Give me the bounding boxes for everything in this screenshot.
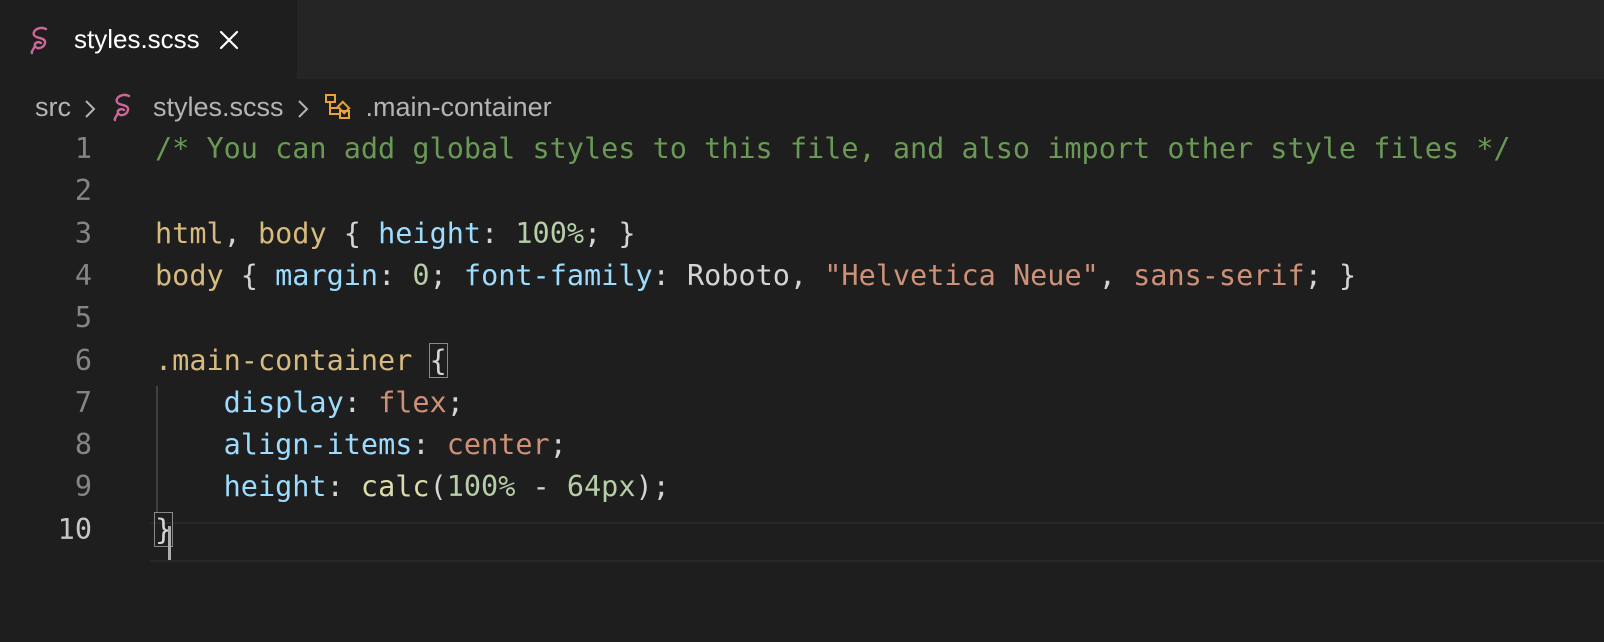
code-line[interactable]: 1 /* You can add global styles to this fi… bbox=[0, 128, 1604, 170]
code-editor[interactable]: 1 /* You can add global styles to this fi… bbox=[0, 130, 1604, 642]
code-text: body { margin: 0; font-family: Roboto, "… bbox=[155, 255, 1356, 297]
code-token: body bbox=[155, 258, 224, 292]
breadcrumb: src styles.scss .main-container bbox=[35, 84, 552, 130]
line-number: 2 bbox=[74, 174, 92, 208]
code-token: 0 bbox=[412, 258, 430, 292]
code-token: /* You can add global styles to this fil… bbox=[155, 132, 1511, 165]
code-token: center bbox=[446, 428, 550, 462]
tab-label: styles.scss bbox=[74, 24, 200, 54]
code-token: ; } bbox=[1304, 258, 1357, 292]
code-line[interactable]: 2 bbox=[0, 170, 1604, 212]
code-token: calc bbox=[360, 470, 430, 504]
code-line[interactable]: 7 display: flex; bbox=[0, 382, 1604, 424]
chevron-right-icon bbox=[296, 96, 310, 118]
code-token: height bbox=[223, 470, 327, 504]
code-text: align-items: center; bbox=[155, 424, 567, 466]
code-token: , bbox=[1098, 258, 1134, 292]
line-number: 3 bbox=[74, 216, 92, 250]
line-number: 10 bbox=[57, 512, 92, 546]
code-line[interactable]: 10} bbox=[0, 509, 1604, 551]
code-token: body bbox=[257, 216, 327, 250]
code-line[interactable]: 8 align-items: center; bbox=[0, 424, 1604, 466]
code-token: ( bbox=[429, 470, 447, 504]
code-line[interactable]: 4 body { margin: 0; font-family: Roboto, … bbox=[0, 255, 1604, 297]
code-token: "Helvetica Neue" bbox=[824, 258, 1099, 292]
code-text: html, body { height: 100%; } bbox=[155, 213, 636, 255]
line-number: 1 bbox=[74, 132, 92, 165]
code-token: : bbox=[412, 428, 447, 462]
matching-brace: { bbox=[428, 342, 448, 378]
breadcrumb-label: src bbox=[35, 91, 71, 122]
line-number: 6 bbox=[74, 343, 92, 377]
sass-icon bbox=[111, 92, 139, 122]
code-token: { bbox=[223, 258, 276, 292]
code-token: .main-container bbox=[155, 343, 413, 377]
line-number: 7 bbox=[74, 385, 92, 419]
code-text: display: flex; bbox=[155, 382, 464, 424]
code-token: : bbox=[481, 216, 516, 250]
code-line[interactable]: 3 html, body { height: 100%; } bbox=[0, 213, 1604, 255]
line-number: 9 bbox=[74, 470, 92, 504]
code-line[interactable]: 9 height: calc(100% - 64px); bbox=[0, 466, 1604, 508]
code-token: 100% bbox=[515, 216, 585, 250]
code-token: : bbox=[343, 385, 379, 419]
code-token: ); bbox=[635, 470, 670, 504]
code-token: , bbox=[223, 216, 258, 250]
code-line[interactable]: 5 bbox=[0, 297, 1604, 339]
code-token: { bbox=[326, 216, 379, 250]
editor-tab-bar: styles.scss bbox=[0, 0, 1604, 79]
line-number: 4 bbox=[74, 258, 92, 292]
chevron-right-icon bbox=[83, 96, 97, 118]
code-token: margin bbox=[275, 258, 379, 292]
breadcrumb-item-file[interactable]: styles.scss bbox=[111, 92, 284, 123]
code-token: display bbox=[223, 385, 344, 419]
line-number: 8 bbox=[74, 428, 92, 462]
breadcrumb-label: .main-container bbox=[365, 91, 552, 122]
code-token: - bbox=[515, 470, 567, 504]
breadcrumb-label: styles.scss bbox=[153, 91, 284, 122]
breadcrumb-item-src[interactable]: src bbox=[35, 92, 71, 123]
code-text: .main-container { bbox=[155, 340, 448, 382]
code-token: : Roboto, bbox=[652, 258, 825, 292]
code-token: sans-serif bbox=[1133, 258, 1305, 292]
line-number: 5 bbox=[74, 301, 92, 335]
code-token: : bbox=[378, 258, 413, 292]
code-token: 100% bbox=[446, 470, 516, 504]
code-token: html bbox=[155, 216, 224, 250]
code-token: font-family bbox=[463, 258, 653, 292]
close-icon[interactable] bbox=[218, 29, 240, 51]
code-token: ; bbox=[446, 385, 464, 419]
code-token: : bbox=[326, 470, 361, 504]
code-token: height bbox=[378, 216, 482, 250]
breadcrumb-item-selector[interactable]: .main-container bbox=[324, 92, 552, 123]
code-token: 64px bbox=[566, 470, 636, 504]
code-token: align-items bbox=[223, 428, 413, 462]
sass-icon bbox=[28, 25, 54, 55]
code-token: ; bbox=[549, 428, 567, 462]
code-token: ; bbox=[429, 258, 464, 292]
text-cursor bbox=[168, 526, 171, 560]
code-token: flex bbox=[378, 385, 447, 419]
tab-styles-scss[interactable]: styles.scss bbox=[0, 0, 297, 79]
code-text: height: calc(100% - 64px); bbox=[155, 466, 670, 508]
css-selector-icon bbox=[324, 92, 352, 122]
code-line[interactable]: 6 .main-container { bbox=[0, 340, 1604, 382]
code-text: /* You can add global styles to this fil… bbox=[155, 128, 1511, 170]
code-token: ; } bbox=[584, 216, 636, 250]
